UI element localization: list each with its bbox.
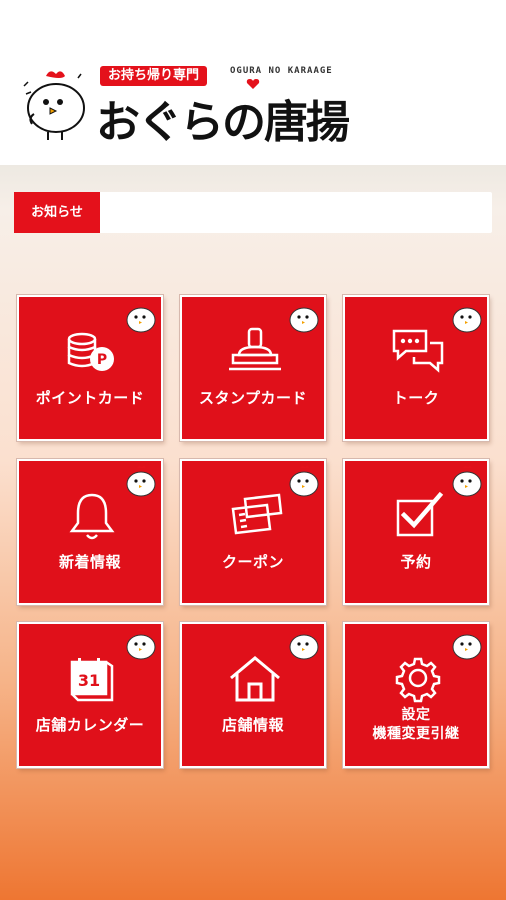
brand-roman-name: OGURA NO KARAAGE [230,66,333,76]
menu-store-info[interactable]: 店舗情報 [180,622,326,768]
point-card-icon: P [67,332,114,371]
notice-bar[interactable]: お知らせ [14,192,492,233]
menu-stamp-card[interactable]: スタンプカード [180,295,326,441]
main-area: お知らせ P ポイントカード スタンプカード トーク 新着情報 クーポン 予約 … [0,165,506,900]
menu-label: 新着情報 [58,553,121,571]
menu-label: ポイントカード [35,389,145,407]
chick-mascot-icon [289,301,319,333]
svg-text:P: P [97,352,107,368]
menu-label-line1: 設定 [401,707,431,723]
menu-settings[interactable]: 設定 機種変更引継 [343,622,489,768]
logo: お持ち帰り専門 OGURA NO KARAAGE おぐらの唐揚 [20,60,350,150]
menu-coupon[interactable]: クーポン [180,459,326,605]
menu-label: 設定 機種変更引継 [345,706,487,744]
menu-label: 店舗カレンダー [35,716,145,734]
menu-label-line2: 機種変更引継 [372,726,460,742]
red-heart-mark [246,79,260,89]
takeout-badge: お持ち帰り専門 [100,66,208,86]
chick-mascot-icon [126,628,156,660]
store-icon [230,656,280,702]
chick-mascot-icon [452,465,482,497]
menu-label: トーク [392,389,440,407]
gear-icon [395,657,441,703]
chick-mascot-icon [452,628,482,660]
menu-point-card[interactable]: P ポイントカード [17,295,163,441]
bell-icon [69,493,115,540]
menu-talk[interactable]: トーク [343,295,489,441]
menu-news[interactable]: 新着情報 [17,459,163,605]
calendar-day: 31 [78,671,100,690]
chick-mascot-icon [452,301,482,333]
menu-reservation[interactable]: 予約 [343,459,489,605]
chicken-mascot-icon [23,71,85,140]
talk-icon [392,329,444,373]
chick-mascot-icon [126,301,156,333]
stamp-icon [229,327,281,371]
header: お持ち帰り専門 OGURA NO KARAAGE おぐらの唐揚 [0,0,506,165]
menu-label: 店舗情報 [221,716,284,734]
chick-mascot-icon [289,628,319,660]
brand-name-text: おぐらの唐揚 [96,97,350,148]
menu-label: スタンプカード [198,389,308,407]
chick-mascot-icon [289,465,319,497]
reservation-check-icon [396,491,444,537]
menu-label: クーポン [221,553,284,571]
menu-store-calendar[interactable]: 31 店舗カレンダー [17,622,163,768]
notice-label: お知らせ [14,192,100,233]
calendar-icon: 31 [70,658,114,702]
chick-mascot-icon [126,465,156,497]
coupon-icon [231,493,283,535]
menu-label: 予約 [400,553,432,571]
brand-name: おぐらの唐揚 [96,79,350,150]
